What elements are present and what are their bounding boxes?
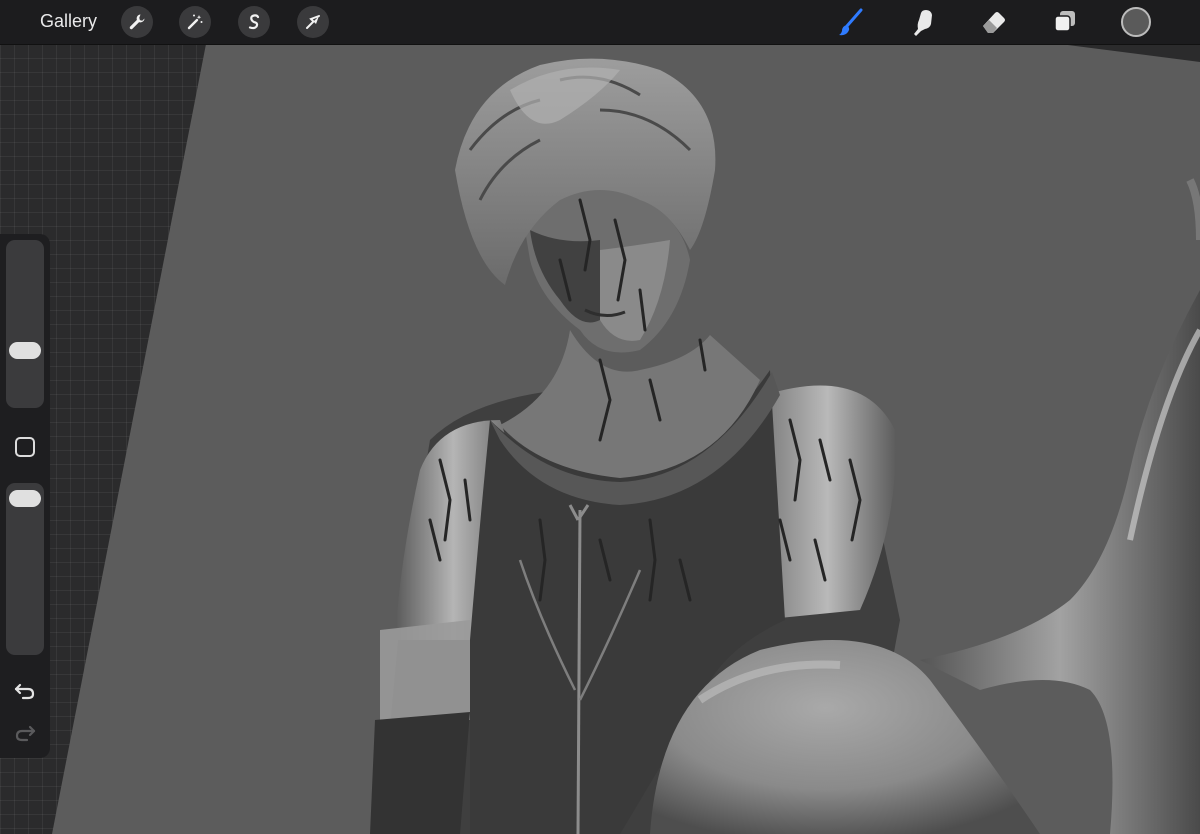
magic-wand-icon — [187, 14, 203, 30]
eraser-icon — [983, 12, 1005, 33]
eraser-tool-button[interactable] — [977, 6, 1011, 38]
artwork — [52, 44, 1200, 834]
actions-button[interactable] — [121, 6, 153, 38]
brush-icon — [839, 8, 863, 36]
selection-s-icon — [248, 14, 260, 30]
adjustments-button[interactable] — [179, 6, 211, 38]
brush-size-slider[interactable] — [6, 240, 44, 408]
color-picker-button[interactable] — [1121, 7, 1151, 37]
wrench-icon — [129, 14, 145, 30]
redo-button[interactable] — [12, 722, 38, 744]
redo-arrow-icon — [15, 725, 36, 742]
selection-button[interactable] — [238, 6, 270, 38]
arrow-cursor-icon — [306, 15, 320, 29]
smudge-tool-button[interactable] — [906, 6, 940, 38]
opacity-slider[interactable] — [6, 483, 44, 655]
undo-arrow-icon — [14, 683, 35, 700]
smudge-finger-icon — [914, 10, 932, 36]
left-sidebar — [0, 234, 50, 758]
drawing-canvas[interactable] — [0, 0, 1200, 834]
brush-tool-button[interactable] — [834, 6, 868, 38]
opacity-thumb[interactable] — [9, 490, 41, 508]
modifier-square-button[interactable] — [15, 437, 35, 457]
transform-button[interactable] — [297, 6, 329, 38]
gallery-button[interactable]: Gallery — [40, 11, 97, 32]
layers-icon — [1054, 11, 1075, 32]
undo-button[interactable] — [12, 680, 38, 702]
brush-size-thumb[interactable] — [9, 341, 41, 359]
top-toolbar: Gallery — [0, 0, 1200, 45]
layers-button[interactable] — [1048, 6, 1082, 38]
